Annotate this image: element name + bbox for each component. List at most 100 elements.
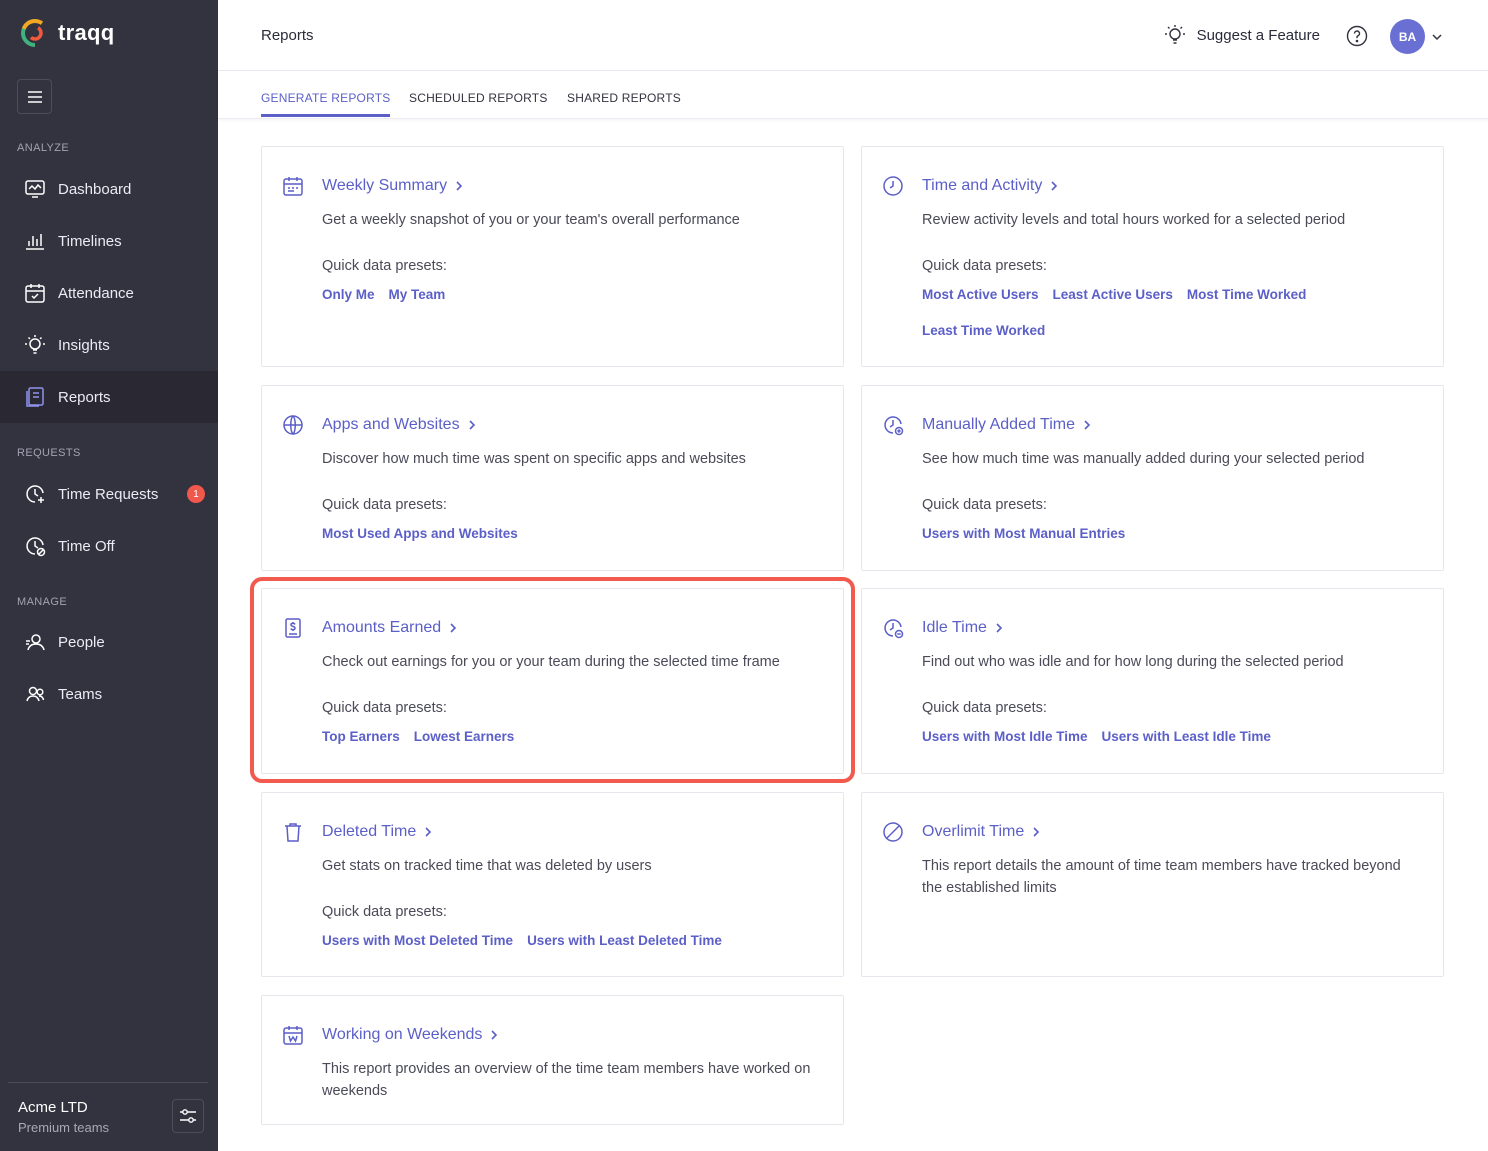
report-title-text[interactable]: Overlimit Time: [922, 823, 1024, 841]
logo[interactable]: traqq: [20, 18, 115, 48]
report-card-time-and-activity: Time and Activity Review activity levels…: [861, 146, 1444, 367]
preset-link[interactable]: Users with Most Manual Entries: [922, 525, 1125, 543]
lightbulb-icon: [1164, 25, 1185, 44]
reports-icon: [26, 387, 44, 407]
chevron-right-icon: [450, 623, 457, 633]
sidebar-item-insights[interactable]: Insights: [0, 319, 218, 371]
report-card-apps-and-websites: Apps and Websites Discover how much time…: [261, 385, 844, 571]
suggest-feature-button[interactable]: Suggest a Feature: [1163, 23, 1320, 47]
hamburger-icon: [27, 90, 42, 103]
presets-list: Most Active Users Least Active Users Mos…: [922, 286, 1422, 340]
report-title-text[interactable]: Time and Activity: [922, 177, 1042, 195]
report-title[interactable]: Apps and Websites: [322, 416, 477, 434]
sidebar-item-label: People: [58, 633, 105, 651]
sidebar-item-label: Reports: [58, 388, 111, 406]
report-card-weekly-summary: Weekly Summary Get a weekly snapshot of …: [261, 146, 844, 367]
presets-label: Quick data presets:: [922, 497, 1047, 513]
chevron-right-icon: [1033, 827, 1040, 837]
preset-link[interactable]: Users with Most Idle Time: [922, 728, 1088, 746]
presets-list: Users with Most Deleted Time Users with …: [322, 932, 822, 950]
traqq-logo-icon: [21, 19, 49, 47]
presets-list: Users with Most Idle Time Users with Lea…: [922, 728, 1422, 746]
preset-link[interactable]: Most Active Users: [922, 286, 1039, 304]
report-title-text[interactable]: Deleted Time: [322, 823, 416, 841]
sidebar-item-time-off[interactable]: Time Off: [0, 520, 218, 572]
preset-link[interactable]: Users with Most Deleted Time: [322, 932, 513, 950]
chevron-down-icon[interactable]: [1431, 31, 1443, 43]
sidebar-item-teams[interactable]: Teams: [0, 668, 218, 720]
tab-shared-reports[interactable]: SHARED REPORTS: [567, 91, 681, 117]
report-title[interactable]: Time and Activity: [922, 177, 1059, 195]
section-label-analyze: ANALYZE: [17, 142, 70, 154]
sidebar-item-label: Attendance: [58, 284, 134, 302]
preset-link[interactable]: Least Time Worked: [922, 322, 1045, 340]
report-title[interactable]: Deleted Time: [322, 823, 433, 841]
report-title[interactable]: Working on Weekends: [322, 1026, 499, 1044]
report-description: See how much time was manually added dur…: [922, 451, 1365, 467]
sidebar-item-time-requests[interactable]: Time Requests 1: [0, 468, 218, 520]
sidebar-item-dashboard[interactable]: Dashboard: [0, 163, 218, 215]
team-icon: [26, 686, 45, 702]
clock-minus-icon: [884, 619, 904, 639]
top-header: Reports Suggest a Feature BA: [218, 0, 1488, 71]
report-title-text[interactable]: Working on Weekends: [322, 1026, 482, 1044]
globe-icon: [283, 415, 303, 435]
trash-icon: [285, 823, 301, 842]
chevron-right-icon: [491, 1030, 498, 1040]
sidebar-item-label: Teams: [58, 685, 103, 703]
app-name: traqq: [58, 20, 115, 45]
chevron-right-icon: [456, 181, 463, 191]
chevron-right-icon: [468, 420, 475, 430]
report-title-text[interactable]: Manually Added Time: [922, 416, 1075, 434]
sidebar-item-reports[interactable]: Reports: [0, 371, 218, 423]
report-card-overlimit-time: Overlimit Time This report details the a…: [861, 792, 1444, 977]
report-title[interactable]: Idle Time: [922, 619, 1004, 637]
sidebar-item-attendance[interactable]: Attendance: [0, 267, 218, 319]
preset-link[interactable]: Lowest Earners: [414, 728, 515, 746]
sidebar: traqq ANALYZE Dashboard Timelines Attend…: [0, 0, 218, 1151]
report-card-amounts-earned: Amounts Earned Check out earnings for yo…: [261, 588, 844, 774]
tab-scheduled-reports[interactable]: SCHEDULED REPORTS: [409, 91, 548, 117]
report-title-text[interactable]: Idle Time: [922, 619, 987, 637]
preset-link[interactable]: Users with Least Deleted Time: [527, 932, 722, 950]
report-title[interactable]: Amounts Earned: [322, 619, 458, 637]
page-title: Reports: [261, 27, 314, 44]
menu-toggle-button[interactable]: [17, 79, 52, 114]
report-title-text[interactable]: Weekly Summary: [322, 177, 447, 195]
chevron-right-icon: [1051, 181, 1058, 191]
preset-link[interactable]: Least Active Users: [1053, 286, 1173, 304]
clock-off-icon: [26, 537, 46, 557]
report-tabs: GENERATE REPORTS SCHEDULED REPORTS SHARE…: [218, 71, 1488, 119]
bar-chart-icon: [26, 234, 44, 250]
preset-link[interactable]: Top Earners: [322, 728, 400, 746]
report-description: Get stats on tracked time that was delet…: [322, 858, 652, 874]
organization-settings-button[interactable]: [172, 1099, 204, 1133]
preset-link[interactable]: Most Used Apps and Websites: [322, 525, 518, 543]
tab-generate-reports[interactable]: GENERATE REPORTS: [261, 91, 391, 117]
presets-label: Quick data presets:: [922, 258, 1047, 274]
sidebar-item-timelines[interactable]: Timelines: [0, 215, 218, 267]
report-description: Get a weekly snapshot of you or your tea…: [322, 212, 740, 228]
presets-list: Top Earners Lowest Earners: [322, 728, 822, 746]
forbidden-icon: [883, 822, 903, 842]
preset-link[interactable]: Users with Least Idle Time: [1102, 728, 1271, 746]
report-card-manually-added-time: Manually Added Time See how much time wa…: [861, 385, 1444, 571]
report-title[interactable]: Overlimit Time: [922, 823, 1041, 841]
avatar[interactable]: BA: [1390, 19, 1425, 54]
report-title[interactable]: Manually Added Time: [922, 416, 1092, 434]
dashboard-icon: [25, 180, 45, 198]
report-title-text[interactable]: Amounts Earned: [322, 619, 441, 637]
report-title-text[interactable]: Apps and Websites: [322, 416, 460, 434]
report-card-deleted-time: Deleted Time Get stats on tracked time t…: [261, 792, 844, 977]
report-card-idle-time: Idle Time Find out who was idle and for …: [861, 588, 1444, 774]
preset-link[interactable]: Most Time Worked: [1187, 286, 1307, 304]
calendar-check-icon: [25, 284, 45, 303]
preset-link[interactable]: My Team: [389, 286, 446, 304]
suggest-feature-label: Suggest a Feature: [1196, 26, 1320, 44]
preset-link[interactable]: Only Me: [322, 286, 375, 304]
presets-label: Quick data presets:: [322, 700, 447, 716]
lightbulb-icon: [25, 335, 45, 354]
sidebar-item-people[interactable]: People: [0, 616, 218, 668]
report-title[interactable]: Weekly Summary: [322, 177, 464, 195]
help-icon[interactable]: [1346, 25, 1368, 47]
